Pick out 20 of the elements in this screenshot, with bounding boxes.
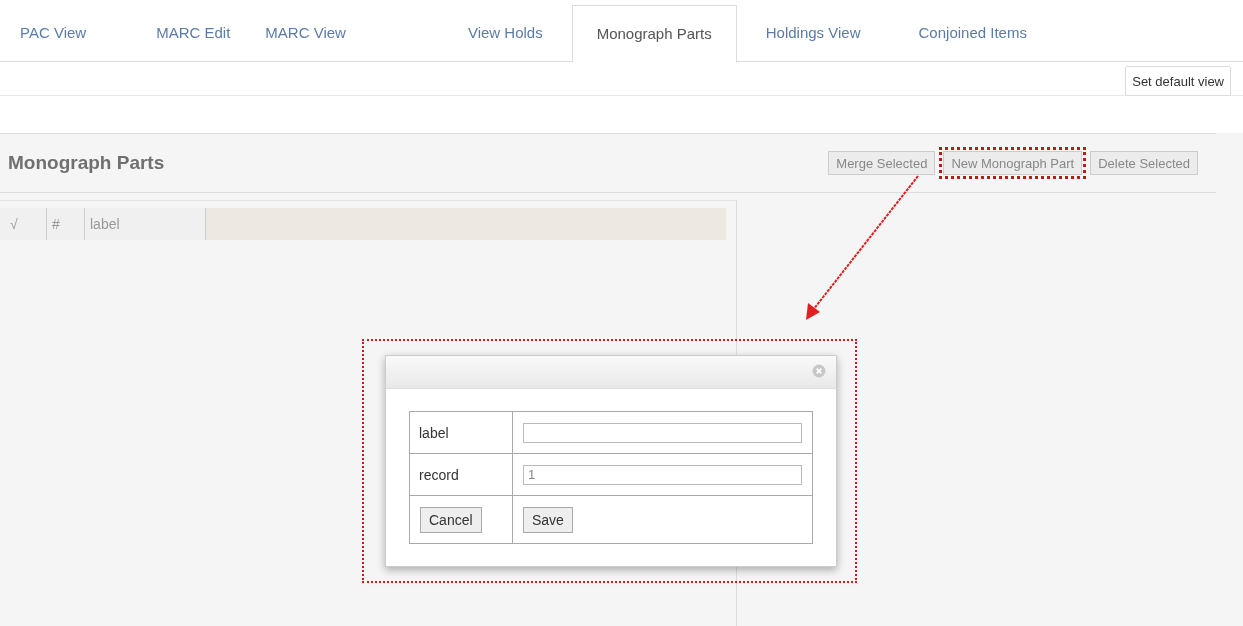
tab[interactable]: MARC View — [253, 5, 358, 61]
toolbar-button[interactable]: New Monograph Part — [943, 151, 1083, 175]
tab[interactable]: PAC View — [20, 5, 145, 61]
tab[interactable]: MARC Edit — [144, 5, 243, 61]
field-label: record — [419, 466, 459, 483]
column-header: # — [47, 208, 85, 240]
dialog-button[interactable]: Cancel — [420, 506, 482, 533]
toolbar-button[interactable]: Delete Selected — [1090, 151, 1198, 175]
tab[interactable]: Holdings View — [736, 5, 890, 61]
toolbar-button[interactable]: Merge Selected — [828, 151, 936, 175]
tab[interactable]: View Holds — [438, 5, 572, 61]
panel-title: Monograph Parts — [8, 152, 165, 174]
dialog-button[interactable]: Save — [523, 506, 573, 533]
set-default-view-button[interactable]: Set default view — [1125, 66, 1231, 96]
tab[interactable]: Monograph Parts — [571, 5, 737, 63]
column-header: label — [85, 208, 206, 240]
column-header: √ — [0, 208, 47, 240]
tab[interactable]: Conjoined Items — [889, 5, 1056, 61]
input-field[interactable]: 1 — [523, 464, 802, 485]
field-label: label — [419, 424, 449, 441]
